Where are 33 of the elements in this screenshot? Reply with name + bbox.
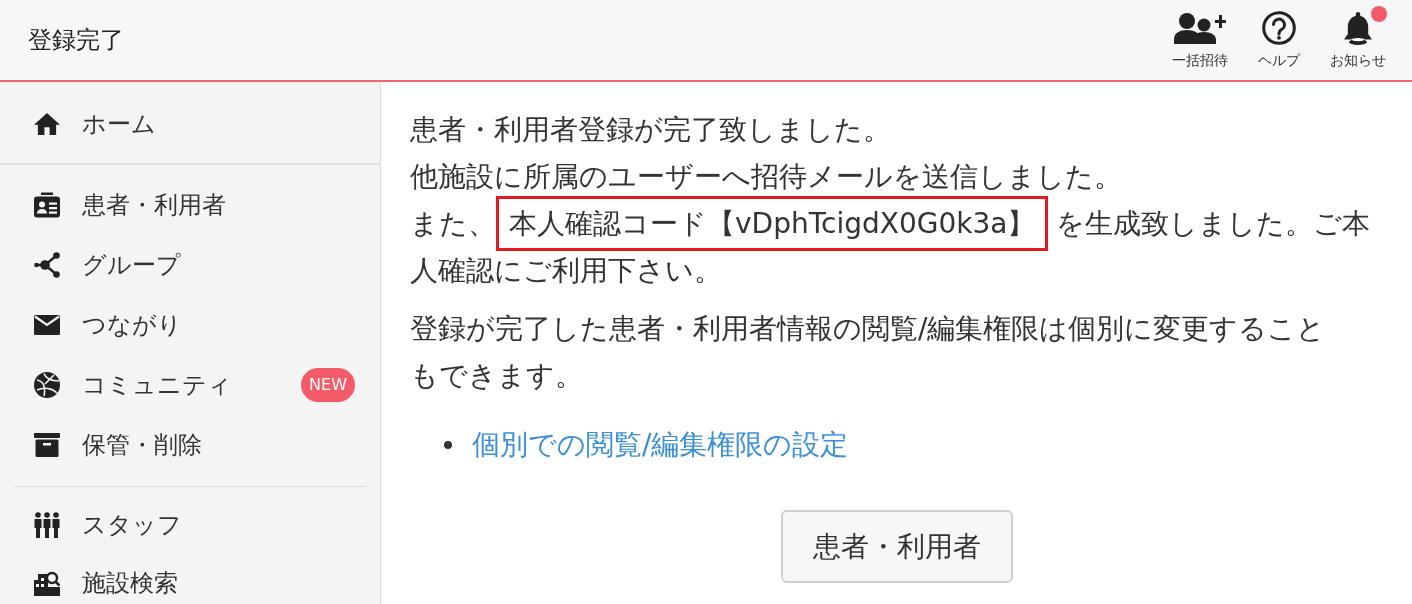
id-card-icon: [34, 192, 60, 218]
nav-item[interactable]: 施設検索: [0, 555, 380, 604]
archive-box-icon: [34, 432, 60, 458]
message-text: を生成致しました。ご本: [1056, 207, 1371, 240]
nav-item[interactable]: つながり: [0, 295, 380, 355]
message-text: 患者・利用者登録が完了致しました。: [410, 113, 891, 146]
people-add-icon: [1174, 12, 1226, 44]
help-icon: [1262, 11, 1296, 45]
nav-item[interactable]: グループ: [0, 235, 380, 295]
envelope-icon: [34, 312, 60, 338]
bullet-icon: [444, 440, 452, 449]
new-badge: NEW: [301, 368, 355, 402]
nav-item[interactable]: ホーム: [0, 94, 380, 154]
message-text: また、: [410, 207, 496, 240]
globe-icon: [34, 372, 60, 398]
home-icon: [34, 111, 60, 137]
building-search-icon: [34, 570, 60, 596]
nav-item[interactable]: スタッフ: [0, 495, 380, 555]
patients-button[interactable]: 患者・利用者: [780, 510, 1013, 583]
bell-icon: [1343, 11, 1373, 45]
share-nodes-icon: [34, 252, 60, 278]
verification-code: 本人確認コード【vDphTcigdX0G0k3a】: [496, 196, 1049, 251]
message-text: 人確認にご利用下さい。: [410, 254, 722, 287]
message-text: 他施設に所属のユーザーへ招待メールを送信しました。: [410, 160, 1122, 193]
nav-item[interactable]: コミュニティ NEW: [0, 355, 380, 415]
bulk-invite-button[interactable]: 一括招待: [1172, 6, 1228, 80]
people-icon: [34, 512, 60, 538]
nav-item[interactable]: 患者・利用者: [0, 175, 380, 235]
info-text: 登録が完了した患者・利用者情報の閲覧/編集権限は個別に変更すること もできます。: [410, 311, 1327, 394]
notifications-button[interactable]: お知らせ: [1330, 6, 1386, 80]
page-title: 登録完了: [28, 25, 124, 56]
nav-item[interactable]: 保管・削除: [0, 415, 380, 475]
help-button[interactable]: ヘルプ: [1258, 6, 1300, 80]
